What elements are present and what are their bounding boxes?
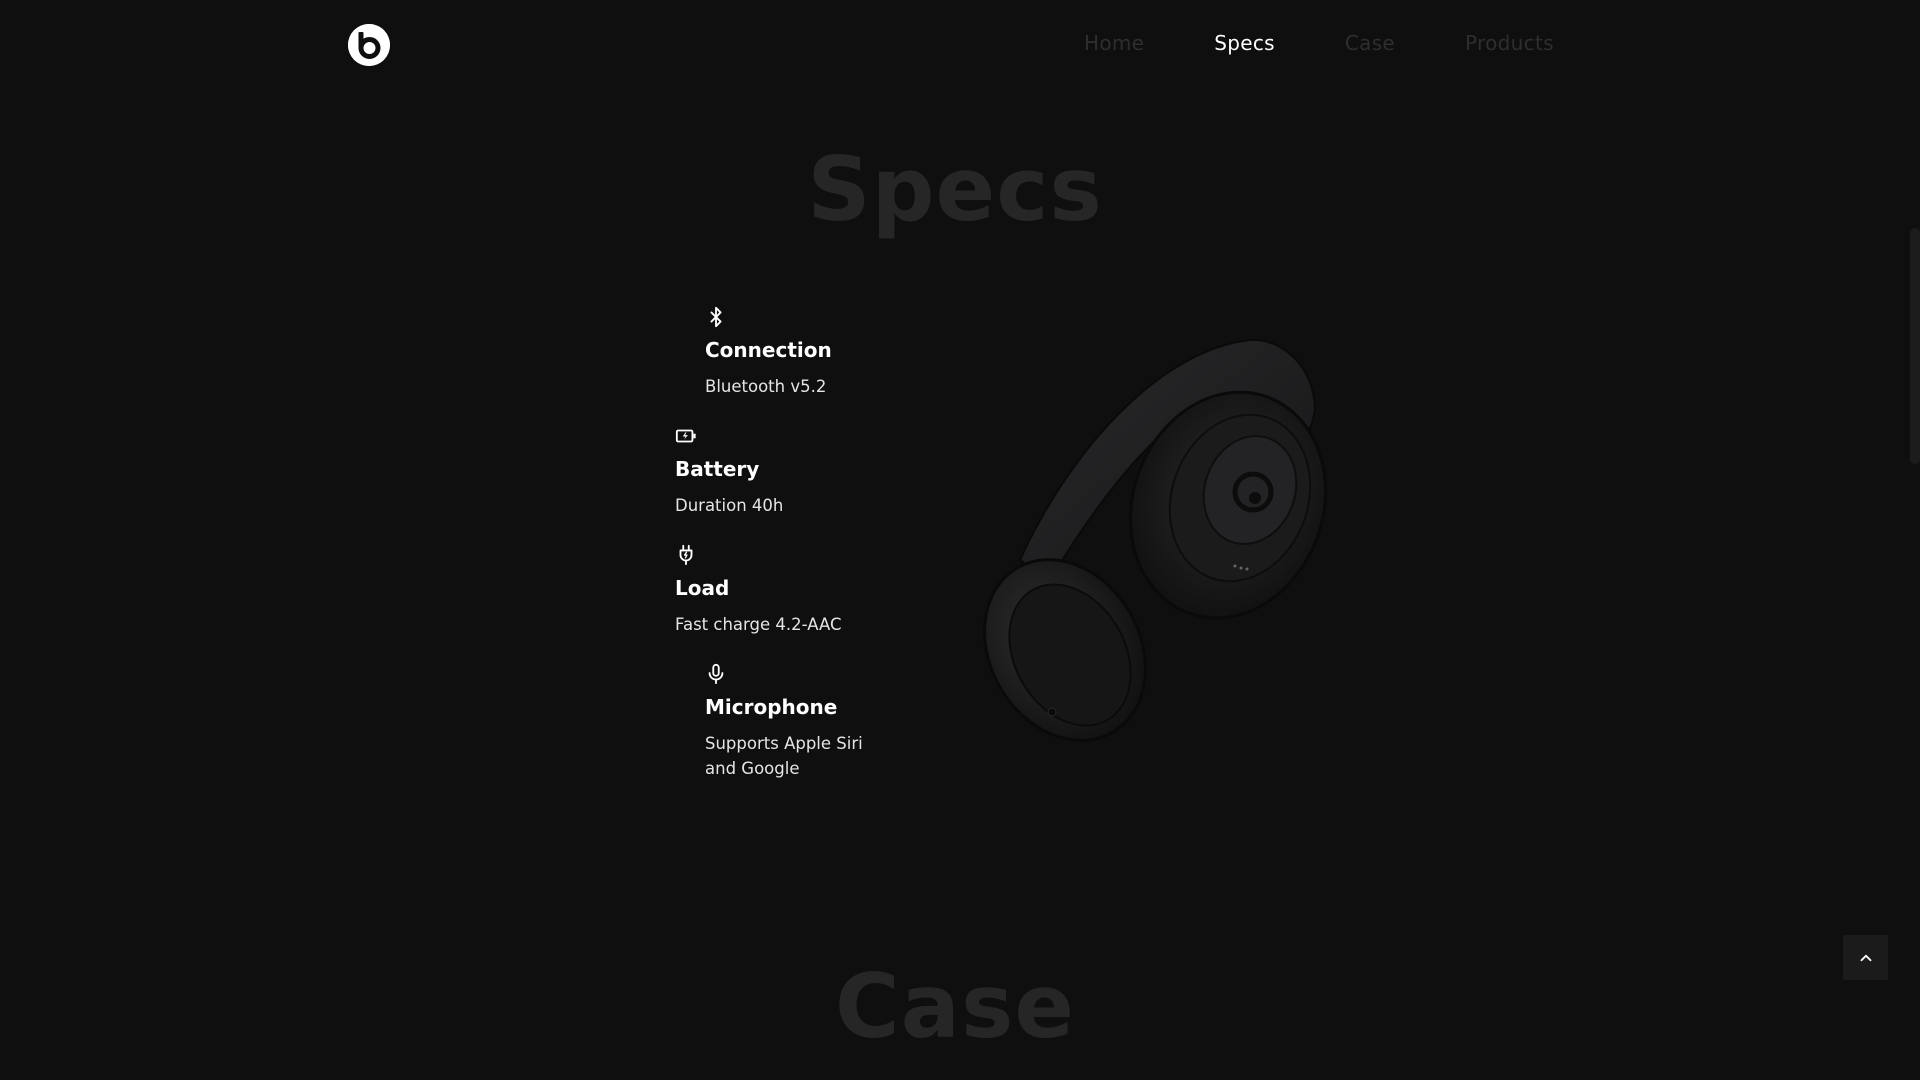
beats-logo[interactable]: [348, 24, 390, 66]
spec-label: Connection: [705, 338, 832, 362]
spec-battery: Battery Duration 40h: [675, 425, 783, 518]
nav-products[interactable]: Products: [1465, 31, 1554, 55]
headphones-image: [983, 338, 1328, 742]
spec-label: Microphone: [705, 695, 838, 719]
page: Home Specs Case Products Specs Connectio…: [0, 0, 1920, 1080]
spec-load: Load Fast charge 4.2-AAC: [675, 544, 842, 637]
nav-specs[interactable]: Specs: [1214, 31, 1275, 55]
chevron-up-icon: [1860, 954, 1871, 961]
battery-charging-icon: [675, 429, 696, 443]
spec-label: Load: [675, 576, 730, 600]
spec-value: Bluetooth v5.2: [705, 377, 827, 396]
nav-case[interactable]: Case: [1345, 31, 1395, 55]
main-nav: Home Specs Case Products: [1084, 31, 1624, 55]
spec-value: Fast charge 4.2-AAC: [675, 615, 842, 634]
spec-microphone: Microphone Supports Apple Siri and Googl…: [705, 663, 875, 781]
spec-label: Battery: [675, 457, 760, 481]
plug-icon: [679, 544, 693, 566]
nav-home[interactable]: Home: [1084, 31, 1144, 55]
case-section-title: Case: [834, 955, 1076, 1058]
scroll-to-top-button[interactable]: [1843, 935, 1888, 980]
scrollbar-thumb[interactable]: [1910, 228, 1920, 464]
spec-connection: Connection Bluetooth v5.2: [705, 306, 832, 399]
spec-value: Duration 40h: [675, 496, 784, 515]
beats-logo-mark: [348, 24, 390, 66]
microphone-icon: [708, 663, 724, 685]
specs-section-title: Specs: [807, 138, 1103, 241]
bluetooth-icon: [710, 306, 722, 328]
spec-value: Supports Apple Siri and Google: [705, 734, 863, 778]
